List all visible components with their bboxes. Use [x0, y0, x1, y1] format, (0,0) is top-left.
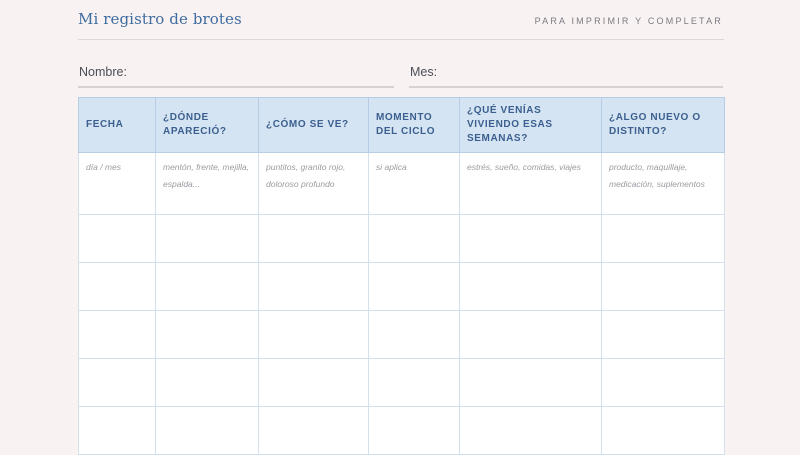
blank-cell[interactable]	[368, 262, 460, 311]
table-header-row: FECHA ¿DÓNDE APARECIÓ? ¿CÓMO SE VE? MOME…	[78, 97, 725, 153]
example-row: día / mes mentón, frente, mejilla, espal…	[78, 152, 725, 215]
blank-cell[interactable]	[78, 310, 156, 359]
blank-cell[interactable]	[258, 358, 369, 407]
table-row	[78, 406, 725, 455]
page-subtitle: PARA IMPRIMIR Y COMPLETAR	[534, 16, 723, 26]
hint-cell: mentón, frente, mejilla, espalda...	[155, 152, 259, 215]
blank-cell[interactable]	[155, 262, 259, 311]
column-header-context: ¿QUÉ VENÍAS VIVIENDO ESAS SEMANAS?	[459, 97, 602, 153]
blank-cell[interactable]	[459, 262, 602, 311]
blank-cell[interactable]	[78, 262, 156, 311]
blank-cell[interactable]	[368, 358, 460, 407]
name-label: Nombre:	[79, 65, 127, 79]
blank-cell[interactable]	[601, 214, 725, 263]
blank-cell[interactable]	[78, 406, 156, 455]
page-title: Mi registro de brotes	[78, 10, 242, 28]
month-label: Mes:	[410, 65, 438, 79]
table-row	[78, 214, 725, 263]
hint-cell: día / mes	[78, 152, 156, 215]
blank-cell[interactable]	[258, 310, 369, 359]
blank-cell[interactable]	[155, 406, 259, 455]
blank-cell[interactable]	[78, 358, 156, 407]
table-row	[78, 262, 725, 311]
blank-cell[interactable]	[601, 406, 725, 455]
blank-cell[interactable]	[78, 214, 156, 263]
blank-cell[interactable]	[601, 358, 725, 407]
printable-sheet: Mi registro de brotes PARA IMPRIMIR Y CO…	[0, 0, 800, 455]
column-header-cycle: MOMENTO DEL CICLO	[368, 97, 460, 153]
blank-cell[interactable]	[459, 214, 602, 263]
header-divider	[78, 39, 724, 40]
breakout-log-table: FECHA ¿DÓNDE APARECIÓ? ¿CÓMO SE VE? MOME…	[78, 97, 725, 455]
column-header-appearance: ¿CÓMO SE VE?	[258, 97, 369, 153]
name-field[interactable]: Nombre:	[78, 62, 394, 88]
table-row	[78, 310, 725, 359]
blank-cell[interactable]	[368, 406, 460, 455]
hint-cell: si aplica	[368, 152, 460, 215]
blank-cell[interactable]	[459, 406, 602, 455]
month-underline	[409, 86, 723, 88]
column-header-new: ¿ALGO NUEVO O DISTINTO?	[601, 97, 725, 153]
blank-cell[interactable]	[258, 214, 369, 263]
blank-cell[interactable]	[601, 262, 725, 311]
blank-cell[interactable]	[258, 262, 369, 311]
hint-cell: producto, maquillaje, medicación, suplem…	[601, 152, 725, 215]
column-header-date: FECHA	[78, 97, 156, 153]
blank-cell[interactable]	[155, 214, 259, 263]
name-underline	[78, 86, 394, 88]
table-row	[78, 358, 725, 407]
hint-cell: puntitos, granito rojo, doloroso profund…	[258, 152, 369, 215]
blank-cell[interactable]	[155, 358, 259, 407]
column-header-where: ¿DÓNDE APARECIÓ?	[155, 97, 259, 153]
blank-cell[interactable]	[155, 310, 259, 359]
blank-cell[interactable]	[601, 310, 725, 359]
blank-cell[interactable]	[459, 358, 602, 407]
month-field[interactable]: Mes:	[409, 62, 723, 88]
blank-cell[interactable]	[258, 406, 369, 455]
blank-cell[interactable]	[368, 310, 460, 359]
blank-cell[interactable]	[368, 214, 460, 263]
blank-cell[interactable]	[459, 310, 602, 359]
hint-cell: estrés, sueño, comidas, viajes	[459, 152, 602, 215]
